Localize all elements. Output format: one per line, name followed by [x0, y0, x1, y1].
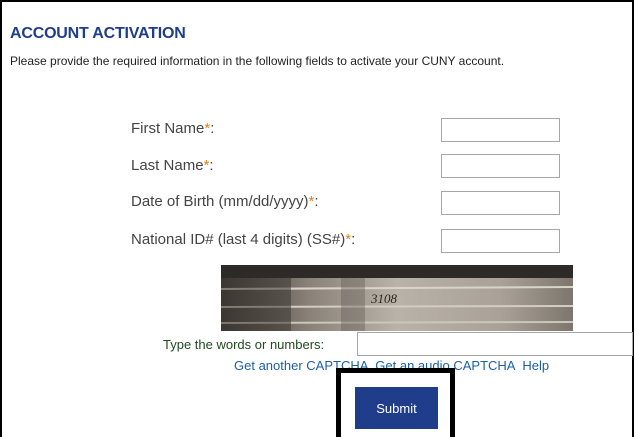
first-name-label-text: First Name: [131, 120, 205, 137]
label-colon: :: [314, 193, 319, 210]
label-colon: :: [210, 120, 215, 137]
date-of-birth-label: Date of Birth (mm/dd/yyyy)*:: [131, 193, 319, 210]
page-title: ACCOUNT ACTIVATION: [10, 25, 186, 42]
last-name-input[interactable]: [441, 154, 560, 178]
date-of-birth-label-text: Date of Birth (mm/dd/yyyy): [131, 193, 309, 210]
captcha-image: 3108: [221, 265, 573, 331]
date-of-birth-input[interactable]: [441, 191, 560, 215]
submit-button[interactable]: Submit: [355, 387, 438, 429]
national-id-label-text: National ID# (last 4 digits) (SS#): [131, 231, 346, 248]
first-name-input[interactable]: [441, 118, 560, 142]
captcha-input[interactable]: [357, 332, 633, 356]
captcha-image-text: 3108: [370, 291, 398, 306]
label-colon: :: [351, 231, 356, 248]
first-name-label: First Name*:: [131, 120, 214, 137]
captcha-prompt: Type the words or numbers:: [163, 337, 325, 352]
national-id-label: National ID# (last 4 digits) (SS#)*:: [131, 231, 355, 248]
last-name-label: Last Name*:: [131, 157, 214, 174]
instructions-text: Please provide the required information …: [10, 54, 505, 68]
last-name-label-text: Last Name: [131, 157, 204, 174]
national-id-input[interactable]: [441, 229, 560, 253]
label-colon: :: [209, 157, 214, 174]
captcha-help-link[interactable]: Help: [522, 358, 549, 373]
